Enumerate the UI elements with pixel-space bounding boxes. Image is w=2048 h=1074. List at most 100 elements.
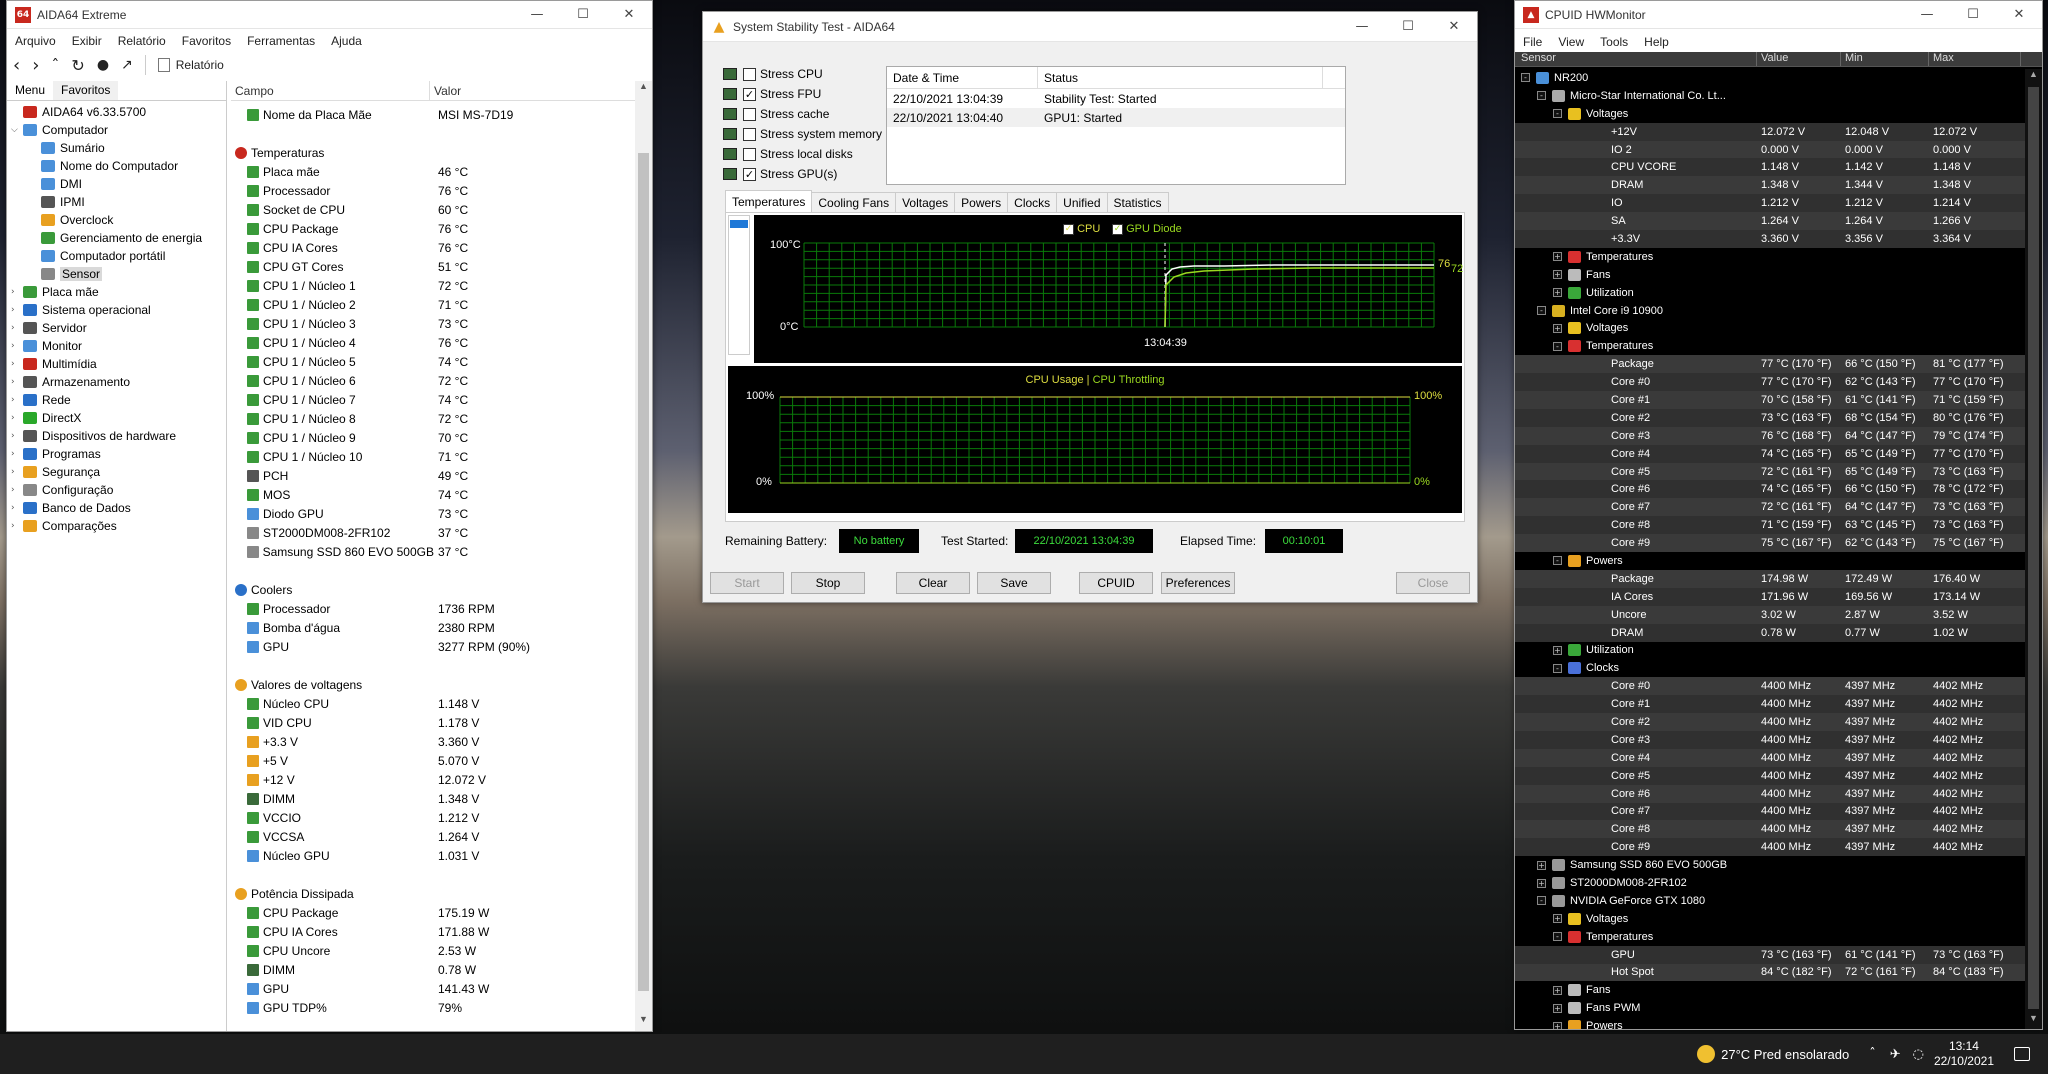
list-item[interactable]: Socket de CPU 60 °C [231, 200, 652, 219]
sensor-row[interactable]: IO 1.212 V 1.212 V 1.214 V [1515, 194, 2025, 213]
nav-item[interactable]: › DirectX [7, 409, 226, 427]
list-item[interactable]: Bomba d'água 2380 RPM [231, 618, 652, 637]
tree-node[interactable]: + Temperatures [1515, 247, 2025, 266]
report-button[interactable]: Relatório [176, 58, 224, 72]
nav-item[interactable]: Sensor [7, 265, 226, 283]
chevron-right-icon[interactable]: › [11, 413, 23, 423]
maximize-icon[interactable]: ☐ [1950, 1, 1996, 29]
expand-icon[interactable]: + [1553, 288, 1562, 298]
nav-item[interactable]: Computador portátil [7, 247, 226, 265]
collapse-icon[interactable]: - [1537, 896, 1546, 906]
tab-statistics[interactable]: Statistics [1106, 192, 1169, 214]
list-item[interactable]: DIMM 1.348 V [231, 789, 652, 808]
tree-node[interactable]: + Fans PWM [1515, 999, 2025, 1018]
expand-icon[interactable]: + [1553, 645, 1562, 655]
list-item[interactable]: ST2000DM008-2FR102 37 °C [231, 523, 652, 542]
chevron-right-icon[interactable]: › [11, 485, 23, 495]
sensor-row[interactable]: Core #7 4400 MHz 4397 MHz 4402 MHz [1515, 802, 2025, 821]
nav-item[interactable]: › Armazenamento [7, 373, 226, 391]
scroll-down-icon[interactable]: ▼ [2025, 1013, 2042, 1029]
list-item[interactable]: +12 V 12.072 V [231, 770, 652, 789]
forward-icon[interactable]: › [32, 55, 39, 76]
column-status[interactable]: Status [1038, 67, 1323, 88]
list-item[interactable]: CPU 1 / Núcleo 5 74 °C [231, 352, 652, 371]
chevron-right-icon[interactable]: › [11, 287, 23, 297]
tab-unified[interactable]: Unified [1056, 192, 1108, 214]
column-min[interactable]: Min [1841, 52, 1929, 66]
column-value[interactable]: Valor [430, 81, 652, 100]
tree-node[interactable]: - Powers [1515, 552, 2025, 570]
expand-icon[interactable]: + [1553, 985, 1562, 995]
stress-option[interactable]: Stress system memory [723, 124, 883, 144]
chevron-right-icon[interactable]: › [11, 503, 23, 513]
chevron-down-icon[interactable]: ⌵ [11, 125, 23, 135]
up-icon[interactable]: ˆ [51, 56, 59, 75]
menu-item[interactable]: Ajuda [323, 34, 370, 48]
nav-item[interactable]: ⌵ Computador [7, 121, 226, 139]
wifi-icon[interactable]: ◌ [1913, 1047, 1924, 1062]
menu-item[interactable]: Help [1636, 35, 1677, 49]
expand-icon[interactable]: + [1553, 252, 1562, 262]
sensor-row[interactable]: Core #0 77 °C (170 °F) 62 °C (143 °F) 77 °C… [1515, 373, 2025, 392]
expand-icon[interactable]: + [1553, 914, 1562, 924]
sensor-row[interactable]: Core #8 4400 MHz 4397 MHz 4402 MHz [1515, 820, 2025, 839]
sensor-row[interactable]: CPU VCORE 1.148 V 1.142 V 1.148 V [1515, 158, 2025, 177]
list-item[interactable]: Placa mãe 46 °C [231, 162, 652, 181]
list-item[interactable]: MOS 74 °C [231, 485, 652, 504]
list-item[interactable]: PCH 49 °C [231, 466, 652, 485]
tree-node[interactable]: + Fans [1515, 265, 2025, 284]
tab-menu[interactable]: Menu [7, 81, 54, 100]
list-item[interactable]: GPU 141.43 W [231, 979, 652, 998]
save-button[interactable]: Save [977, 572, 1051, 594]
nav-item[interactable]: Nome do Computador [7, 157, 226, 175]
expand-icon[interactable]: + [1537, 878, 1546, 888]
nav-item[interactable]: Gerenciamento de energia [7, 229, 226, 247]
list-item[interactable]: CPU 1 / Núcleo 2 71 °C [231, 295, 652, 314]
nav-item[interactable]: › Configuração [7, 481, 226, 499]
list-item[interactable]: CPU Uncore 2.53 W [231, 941, 652, 960]
tree-node[interactable]: + Voltages [1515, 909, 2025, 928]
chevron-right-icon[interactable]: › [11, 395, 23, 405]
minimize-icon[interactable]: — [1339, 13, 1385, 41]
sensor-row[interactable]: Core #1 4400 MHz 4397 MHz 4402 MHz [1515, 695, 2025, 714]
sensor-row[interactable]: Core #1 70 °C (158 °F) 61 °C (141 °F) 71 °C… [1515, 391, 2025, 409]
sensor-row[interactable]: Core #2 4400 MHz 4397 MHz 4402 MHz [1515, 713, 2025, 731]
network-icon[interactable]: ✈ [1890, 1047, 1901, 1062]
list-item[interactable]: Samsung SSD 860 EVO 500GB 37 °C [231, 542, 652, 561]
menu-item[interactable]: File [1515, 35, 1550, 49]
tree-node[interactable]: + Voltages [1515, 319, 2025, 338]
tree-node[interactable]: + Powers [1515, 1017, 2025, 1029]
menu-item[interactable]: Ferramentas [239, 34, 323, 48]
section-header[interactable]: Coolers [231, 580, 652, 599]
sensor-row[interactable]: IA Cores 171.96 W 169.56 W 173.14 W [1515, 587, 2025, 606]
scroll-up-icon[interactable]: ▲ [635, 81, 652, 98]
tab-temperatures[interactable]: Temperatures [725, 190, 813, 214]
back-icon[interactable]: ‹ [13, 55, 20, 76]
sensor-row[interactable]: Core #9 75 °C (167 °F) 62 °C (143 °F) 75 °C… [1515, 534, 2025, 553]
tree-node[interactable]: + Fans [1515, 981, 2025, 1000]
aida64-titlebar[interactable]: 64 AIDA64 Extreme — ☐ ✕ [7, 1, 652, 29]
section-header[interactable]: Valores de voltagens [231, 675, 652, 694]
list-item[interactable]: Processador 1736 RPM [231, 599, 652, 618]
tree-node[interactable]: + Samsung SSD 860 EVO 500GB [1515, 856, 2025, 875]
list-item[interactable]: CPU GT Cores 51 °C [231, 257, 652, 276]
scroll-thumb[interactable] [2028, 87, 2039, 1009]
list-item[interactable]: DIMM 0.78 W [231, 960, 652, 979]
sensor-row[interactable]: Core #6 74 °C (165 °F) 66 °C (150 °F) 78 °C… [1515, 480, 2025, 499]
nav-item[interactable]: › Multimídia [7, 355, 226, 373]
menu-item[interactable]: Relatório [110, 34, 174, 48]
expand-icon[interactable]: + [1553, 1021, 1562, 1029]
tree-node[interactable]: - Intel Core i9 10900 [1515, 301, 2025, 320]
close-icon[interactable]: ✕ [606, 1, 652, 29]
list-item[interactable]: CPU 1 / Núcleo 7 74 °C [231, 390, 652, 409]
clear-button[interactable]: Clear [896, 572, 970, 594]
sensor-row[interactable]: Core #7 72 °C (161 °F) 64 °C (147 °F) 73 °C… [1515, 498, 2025, 517]
scroll-thumb[interactable] [638, 153, 649, 991]
collapse-icon[interactable]: - [1537, 306, 1546, 316]
collapse-icon[interactable]: - [1553, 663, 1562, 673]
stress-checkbox[interactable] [743, 127, 756, 141]
clock[interactable]: 13:14 22/10/2021 [1934, 1039, 1994, 1069]
column-datetime[interactable]: Date & Time [887, 67, 1038, 88]
tab-clocks[interactable]: Clocks [1007, 192, 1058, 214]
scrollbar[interactable]: ▲ ▼ [635, 81, 652, 1031]
